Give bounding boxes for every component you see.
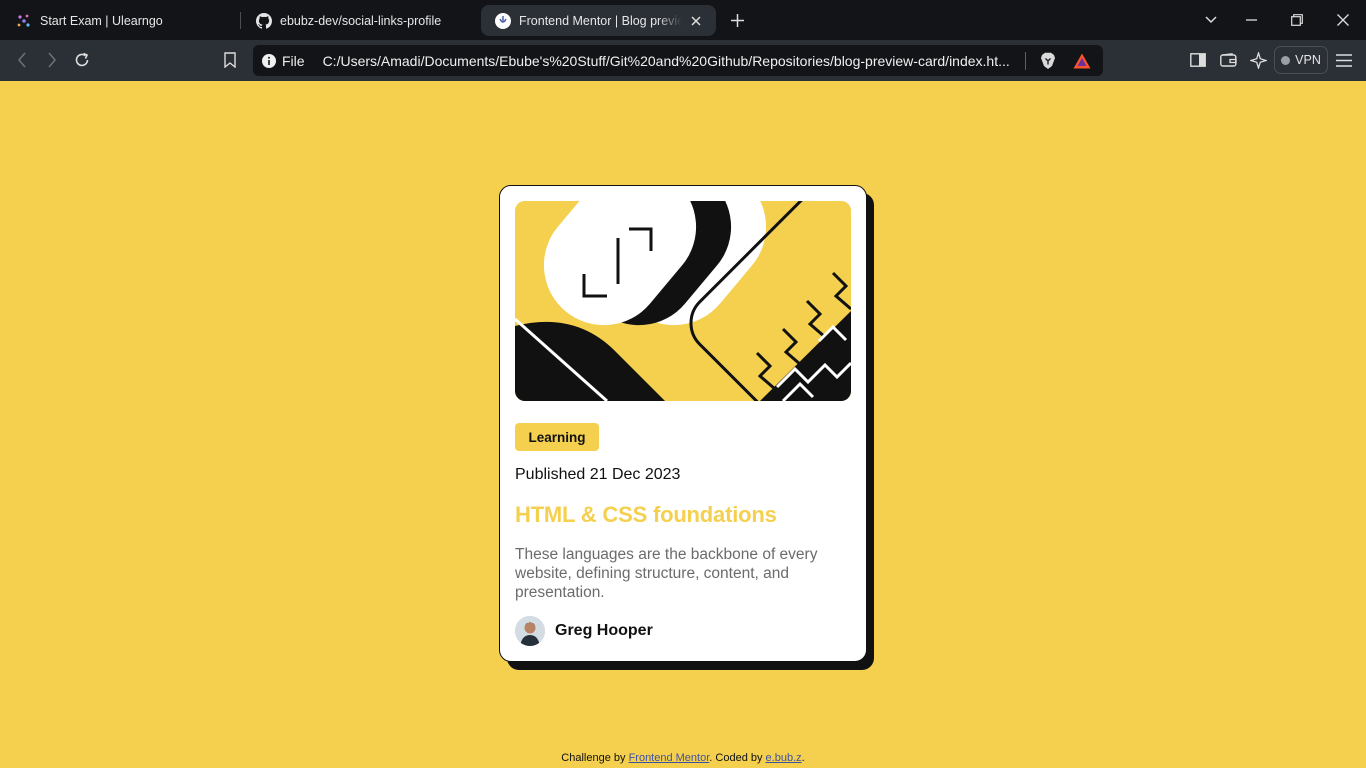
frontend-mentor-link[interactable]: Frontend Mentor: [629, 752, 710, 764]
back-icon[interactable]: [10, 49, 34, 71]
leo-ai-icon[interactable]: [1246, 49, 1270, 71]
blog-title[interactable]: HTML & CSS foundations: [515, 502, 777, 528]
wallet-icon[interactable]: [1216, 49, 1240, 71]
blog-description: These languages are the backbone of ever…: [515, 546, 818, 601]
minimize-icon[interactable]: [1241, 10, 1261, 30]
avatar: [515, 616, 545, 646]
url-scheme-label: File: [282, 52, 305, 69]
ulearngo-icon: [16, 13, 32, 29]
url-text[interactable]: C:/Users/Amadi/Documents/Ebube's%20Stuff…: [323, 53, 1013, 69]
close-tab-icon[interactable]: [688, 13, 704, 29]
restore-icon[interactable]: [1287, 10, 1307, 30]
vpn-label: VPN: [1295, 53, 1321, 67]
github-icon: [256, 12, 272, 29]
blog-preview-card: Learning Published 21 Dec 2023 HTML & CS…: [499, 185, 867, 662]
author-name: Greg Hooper: [555, 622, 653, 639]
author: Greg Hooper: [515, 616, 653, 646]
url-divider: [1024, 51, 1026, 70]
tab-search-chevron-icon[interactable]: [1201, 10, 1221, 30]
tab-separator: [240, 12, 241, 29]
author-link[interactable]: e.bub.z: [766, 752, 802, 764]
attribution: Challenge by Frontend Mentor. Coded by e…: [0, 752, 1366, 764]
tab-github[interactable]: ebubz-dev/social-links-profile: [242, 5, 480, 36]
tab-title: ebubz-dev/social-links-profile: [280, 13, 442, 28]
tab-title: Frontend Mentor | Blog preview card: [519, 13, 682, 28]
category-tag: Learning: [515, 423, 599, 451]
published-date: Published 21 Dec 2023: [515, 466, 681, 483]
bookmark-icon[interactable]: [218, 49, 242, 71]
forward-icon[interactable]: [40, 49, 64, 71]
vpn-button[interactable]: VPN: [1274, 46, 1328, 74]
sidebar-icon[interactable]: [1186, 49, 1210, 71]
frontend-mentor-icon: [495, 12, 511, 29]
tab-strip: Start Exam | Ulearngo ebubz-dev/social-l…: [0, 0, 1366, 40]
address-bar[interactable]: File C:/Users/Amadi/Documents/Ebube's%20…: [253, 45, 1103, 76]
vpn-status-icon: [1281, 55, 1291, 65]
reload-icon[interactable]: [70, 49, 94, 71]
attribution-prefix: Challenge by: [561, 752, 629, 764]
attribution-suffix: .: [801, 752, 805, 764]
brave-rewards-icon[interactable]: [1073, 52, 1091, 70]
tab-frontend-mentor[interactable]: Frontend Mentor | Blog preview card: [481, 5, 716, 36]
site-info-icon[interactable]: [262, 53, 276, 68]
close-window-icon[interactable]: [1333, 10, 1353, 30]
tab-ulearngo[interactable]: Start Exam | Ulearngo: [2, 5, 240, 36]
blog-illustration: [515, 201, 851, 401]
attribution-middle: . Coded by: [709, 752, 766, 764]
tab-title: Start Exam | Ulearngo: [40, 13, 163, 28]
menu-icon[interactable]: [1332, 49, 1356, 71]
brave-shields-icon[interactable]: [1039, 52, 1057, 70]
new-tab-icon[interactable]: [727, 10, 747, 30]
